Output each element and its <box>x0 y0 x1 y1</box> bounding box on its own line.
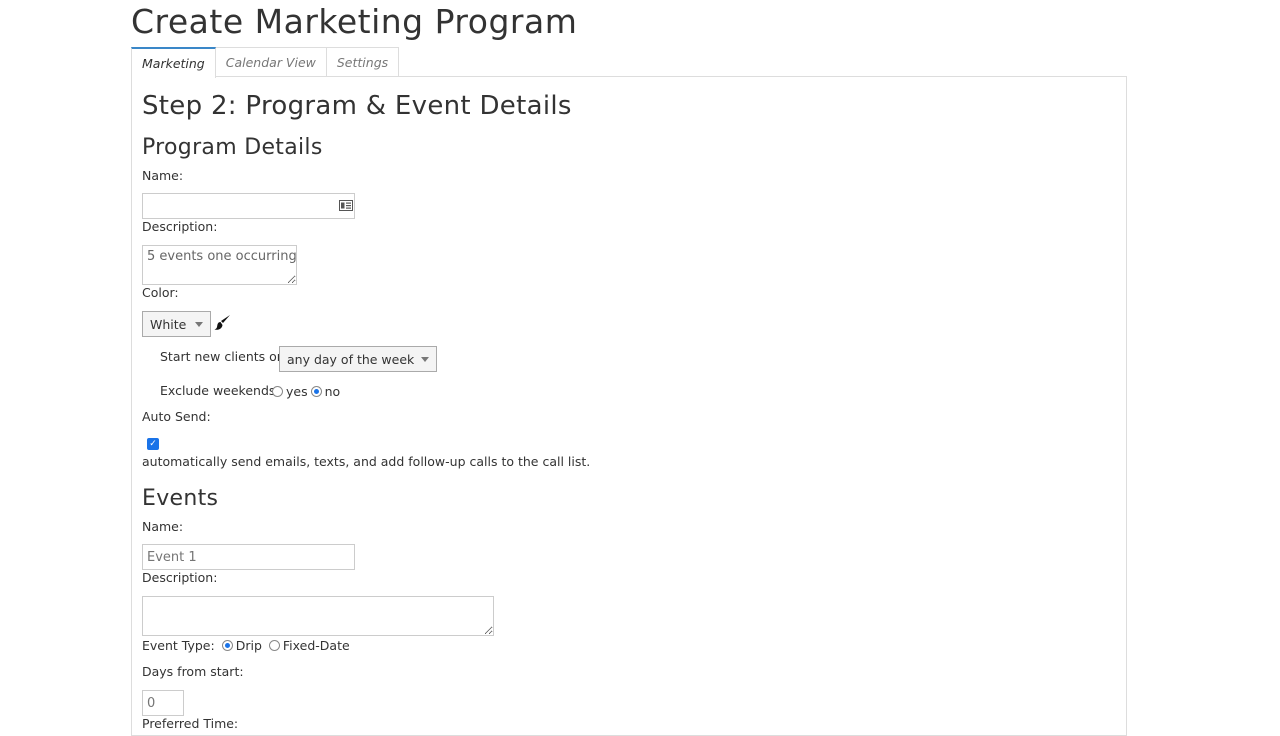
exclude-weekends-no-label: no <box>324 384 341 399</box>
color-select[interactable]: White <box>142 311 211 337</box>
preferred-time-label: Preferred Time: <box>142 716 239 731</box>
page-title: Create Marketing Program <box>131 2 578 41</box>
event-type-fixed-date-label: Fixed-Date <box>282 638 350 653</box>
events-heading: Events <box>142 486 219 511</box>
days-from-start-input[interactable] <box>142 690 184 716</box>
exclude-weekends-yes-label: yes <box>286 384 308 399</box>
start-day-select-value: any day of the week <box>287 351 415 367</box>
program-description-label: Description: <box>142 219 218 234</box>
event-name-input[interactable] <box>142 544 355 570</box>
program-name-input[interactable] <box>142 193 355 219</box>
chevron-down-icon <box>421 356 429 362</box>
event-type-fixed-date-radio[interactable] <box>268 640 280 651</box>
tab-settings[interactable]: Settings <box>325 47 400 77</box>
exclude-weekends-label: Exclude weekends: <box>160 383 280 398</box>
event-name-label: Name: <box>142 519 184 534</box>
tab-calendar-view[interactable]: Calendar View <box>214 47 327 77</box>
program-name-field <box>142 193 355 219</box>
auto-send-checkbox[interactable]: ✓ <box>147 438 159 450</box>
paintbrush-icon[interactable] <box>214 314 231 331</box>
event-type-drip-label: Drip <box>235 638 262 653</box>
step-title: Step 2: Program & Event Details <box>142 91 572 121</box>
event-type-drip-radio[interactable] <box>221 640 233 651</box>
tab-bar: Marketing Calendar View Settings <box>131 47 400 78</box>
program-description-textarea[interactable] <box>142 245 297 285</box>
event-description-label: Description: <box>142 570 218 585</box>
program-name-label: Name: <box>142 168 184 183</box>
contact-card-icon <box>339 200 353 211</box>
exclude-weekends-group: yes no <box>272 384 340 399</box>
event-description-textarea[interactable] <box>142 596 494 636</box>
start-day-select[interactable]: any day of the week <box>279 346 437 372</box>
chevron-down-icon <box>195 321 203 327</box>
tab-marketing[interactable]: Marketing <box>131 47 216 78</box>
days-from-start-label: Days from start: <box>142 664 244 679</box>
form-panel: Step 2: Program & Event Details Program … <box>131 76 1127 736</box>
color-select-value: White <box>150 316 187 332</box>
color-label: Color: <box>142 285 179 300</box>
auto-send-description: automatically send emails, texts, and ad… <box>142 454 591 469</box>
event-type-label: Event Type: <box>142 638 215 653</box>
program-details-heading: Program Details <box>142 135 323 160</box>
exclude-weekends-no-radio[interactable] <box>310 386 322 397</box>
exclude-weekends-yes-radio[interactable] <box>272 386 283 397</box>
event-type-group: Event Type: Drip Fixed-Date <box>142 638 350 653</box>
auto-send-label: Auto Send: <box>142 409 211 424</box>
start-clients-label: Start new clients on: <box>160 349 289 364</box>
